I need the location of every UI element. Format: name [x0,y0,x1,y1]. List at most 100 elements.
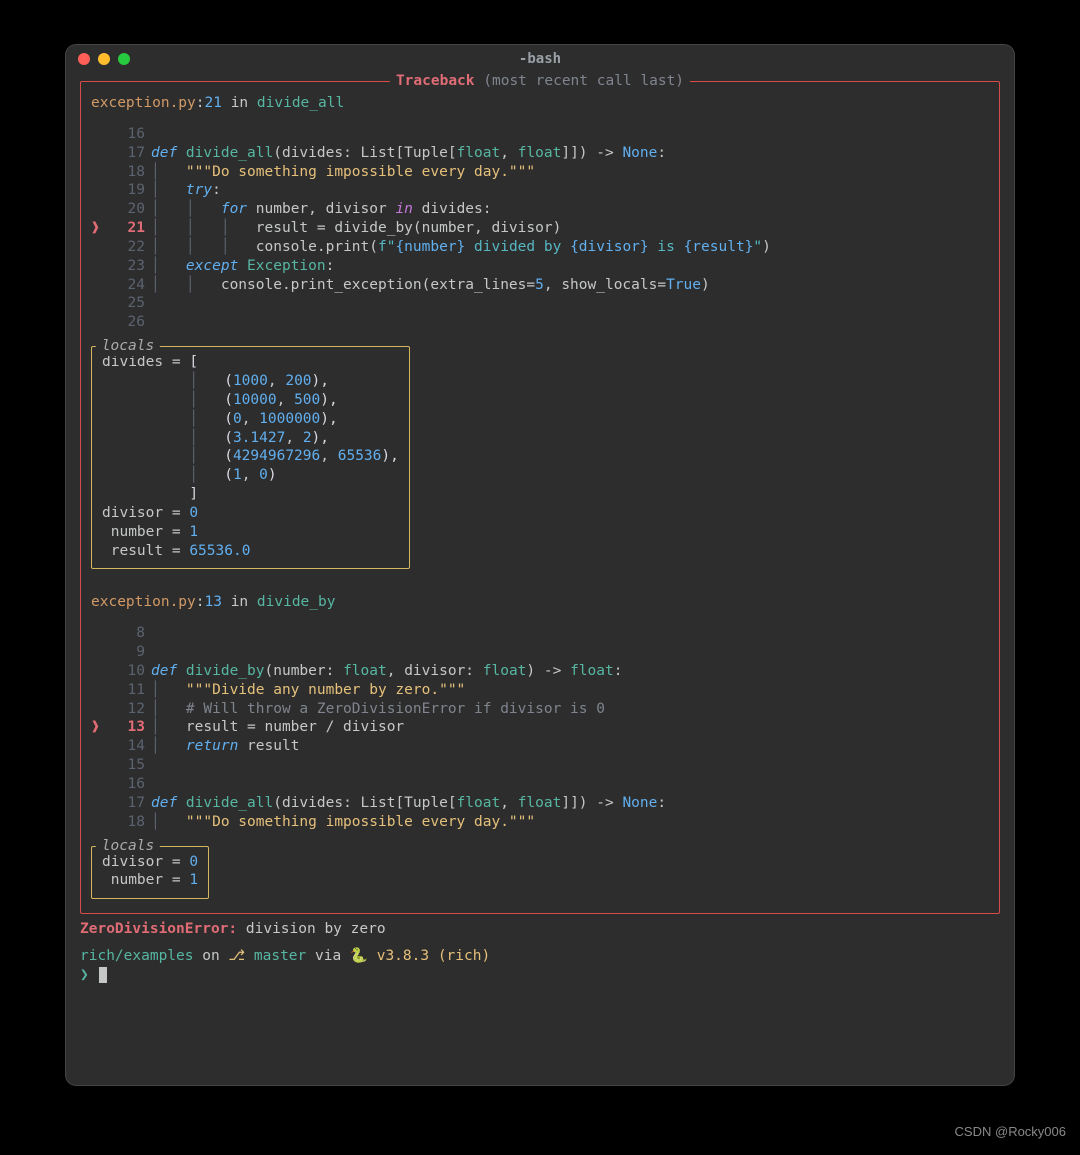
line-number: 14 [105,737,151,756]
cursor-icon [99,967,107,983]
code-line: 26 [91,313,989,332]
code-line: ❱21│ │ │ result = divide_by(number, divi… [91,219,989,238]
code-content [151,775,989,794]
code-content [151,756,989,775]
locals-row: │ (1000, 200), [102,372,399,391]
error-line: ZeroDivisionError: division by zero [80,920,1000,939]
locals-row: number = 1 [102,523,399,542]
locals-panel: localsdivides = [ │ (1000, 200), │ (1000… [91,346,410,569]
line-number: 18 [105,163,151,182]
line-number: 17 [105,144,151,163]
line-number: 24 [105,276,151,295]
line-marker-icon [91,662,105,681]
code-content [151,294,989,313]
line-number: 22 [105,238,151,257]
line-marker-icon [91,181,105,200]
line-marker-icon [91,200,105,219]
code-line: 25 [91,294,989,313]
code-content: def divide_all(divides: List[Tuple[float… [151,144,989,163]
line-marker-icon [91,737,105,756]
locals-row: │ (3.1427, 2), [102,429,399,448]
traceback-label: Traceback [396,73,475,89]
line-number: 26 [105,313,151,332]
code-line: 17def divide_all(divides: List[Tuple[flo… [91,794,989,813]
code-line: 10def divide_by(number: float, divisor: … [91,662,989,681]
locals-row: result = 65536.0 [102,542,399,561]
code-line: 17def divide_all(divides: List[Tuple[flo… [91,144,989,163]
code-content: │ │ │ console.print(f"{number} divided b… [151,238,989,257]
line-number: 18 [105,813,151,832]
watermark: CSDN @Rocky006 [955,1124,1066,1141]
line-number: 23 [105,257,151,276]
code-block: 1617def divide_all(divides: List[Tuple[f… [91,125,989,332]
terminal-window: -bash Traceback (most recent call last) … [66,45,1014,1085]
code-content: │ return result [151,737,989,756]
line-marker-icon [91,144,105,163]
code-line: 22│ │ │ console.print(f"{number} divided… [91,238,989,257]
code-content: │ result = number / divisor [151,718,989,737]
window-title: -bash [66,50,1014,68]
frame-header: exception.py:21 in divide_all [91,94,989,113]
locals-panel-title: locals [96,837,160,856]
code-line: 23│ except Exception: [91,257,989,276]
line-number: 13 [105,718,151,737]
line-marker-icon [91,313,105,332]
prompt-symbol: ❯ [80,967,89,983]
code-content [151,125,989,144]
code-line: 18│ """Do something impossible every day… [91,813,989,832]
code-content: │ # Will throw a ZeroDivisionError if di… [151,700,989,719]
code-content: │ """Divide any number by zero.""" [151,681,989,700]
line-number: 20 [105,200,151,219]
line-number: 8 [105,624,151,643]
line-number: 25 [105,294,151,313]
line-number: 15 [105,756,151,775]
line-marker-icon [91,294,105,313]
traceback-frames: exception.py:21 in divide_all1617def div… [91,94,989,905]
line-marker-icon [91,276,105,295]
frame-header: exception.py:13 in divide_by [91,593,989,612]
code-line: 16 [91,775,989,794]
code-content: def divide_all(divides: List[Tuple[float… [151,794,989,813]
prompt-context: rich/examples on ⎇ master via 🐍 v3.8.3 (… [80,948,490,964]
code-content [151,643,989,662]
line-marker-icon [91,624,105,643]
titlebar: -bash [66,45,1014,73]
code-content [151,313,989,332]
line-marker-icon [91,125,105,144]
code-content: def divide_by(number: float, divisor: fl… [151,662,989,681]
locals-panel: localsdivisor = 0 number = 1 [91,846,209,900]
line-marker-icon [91,643,105,662]
line-marker-icon [91,257,105,276]
traceback-panel-title: Traceback (most recent call last) [390,72,690,91]
line-marker-icon: ❱ [91,718,105,737]
locals-row: ] [102,485,399,504]
code-content: │ │ console.print_exception(extra_lines=… [151,276,989,295]
line-number: 16 [105,125,151,144]
code-line: ❱13│ result = number / divisor [91,718,989,737]
code-line: 18│ """Do something impossible every day… [91,163,989,182]
shell-prompt: rich/examples on ⎇ master via 🐍 v3.8.3 (… [80,947,1000,966]
line-number: 10 [105,662,151,681]
traceback-sublabel: (most recent call last) [483,73,684,89]
code-line: 19│ try: [91,181,989,200]
locals-row: │ (10000, 500), [102,391,399,410]
code-line: 15 [91,756,989,775]
code-block: 8910def divide_by(number: float, divisor… [91,624,989,831]
terminal-body[interactable]: Traceback (most recent call last) except… [66,73,1014,995]
code-line: 14│ return result [91,737,989,756]
code-content [151,624,989,643]
shell-input-line[interactable]: ❯ [80,966,1000,985]
locals-row: │ (4294967296, 65536), [102,447,399,466]
line-number: 12 [105,700,151,719]
locals-panel-title: locals [96,337,160,356]
line-number: 9 [105,643,151,662]
line-marker-icon [91,794,105,813]
code-content: │ try: [151,181,989,200]
code-content: │ """Do something impossible every day."… [151,813,989,832]
line-number: 11 [105,681,151,700]
code-line: 11│ """Divide any number by zero.""" [91,681,989,700]
line-marker-icon: ❱ [91,219,105,238]
line-marker-icon [91,163,105,182]
code-content: │ │ │ result = divide_by(number, divisor… [151,219,989,238]
line-marker-icon [91,813,105,832]
